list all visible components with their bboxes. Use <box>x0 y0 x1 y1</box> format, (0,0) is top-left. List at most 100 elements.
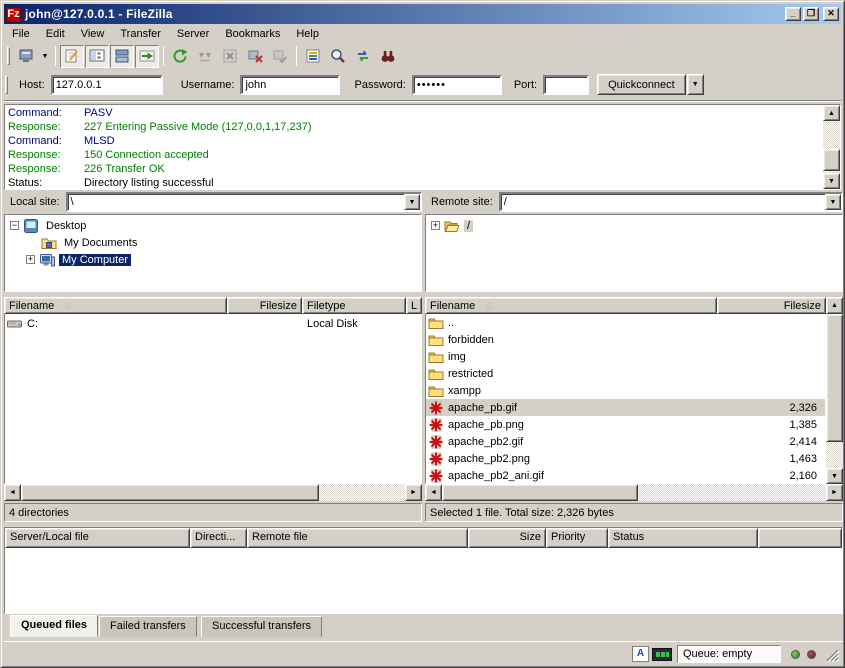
scroll-left-icon[interactable]: ◄ <box>4 484 21 501</box>
local-file-row[interactable]: C: Local Disk <box>5 315 421 332</box>
scroll-up-icon[interactable]: ▲ <box>823 105 840 121</box>
menu-view[interactable]: View <box>73 26 113 42</box>
remote-file-row[interactable]: apache_pb2.png 1,463 <box>426 450 825 467</box>
transfer-queue[interactable]: Server/Local file Directi... Remote file… <box>4 527 843 614</box>
remote-file-row[interactable]: img <box>426 348 825 365</box>
quickconnect-dropdown[interactable]: ▼ <box>687 74 704 95</box>
toggle-remote-tree-button[interactable] <box>110 45 134 68</box>
site-manager-button[interactable] <box>14 45 38 68</box>
remote-site-combo[interactable]: / ▼ <box>499 192 843 212</box>
remote-file-row[interactable]: xampp <box>426 382 825 399</box>
remote-file-list[interactable]: .. forbidden img restricted xampp apache… <box>425 314 826 484</box>
password-input[interactable] <box>412 75 502 95</box>
remote-file-row[interactable]: apache_pb2.gif 2,414 <box>426 433 825 450</box>
log-line: Response:226 Transfer OK <box>8 162 822 176</box>
remote-file-row[interactable]: forbidden <box>426 331 825 348</box>
disconnect-button[interactable] <box>243 45 267 68</box>
scroll-down-icon[interactable]: ▼ <box>826 468 843 484</box>
toggle-transfer-queue-button[interactable] <box>135 45 159 68</box>
log-scrollbar[interactable]: ▲ ▼ <box>823 105 840 189</box>
scroll-down-icon[interactable]: ▼ <box>823 173 840 189</box>
maximize-button[interactable]: ❒ <box>803 7 819 21</box>
menu-bookmarks[interactable]: Bookmarks <box>217 26 288 42</box>
remote-tree[interactable]: + / <box>425 214 843 292</box>
expand-icon[interactable]: + <box>431 221 440 230</box>
scroll-left-icon[interactable]: ◄ <box>425 484 442 501</box>
remote-col-filesize[interactable]: Filesize <box>717 297 826 314</box>
directory-comparison-button[interactable] <box>326 45 350 68</box>
menu-server[interactable]: Server <box>169 26 217 42</box>
resize-grip[interactable] <box>824 647 839 662</box>
remote-file-row[interactable]: apache_pb2_ani.gif 2,160 <box>426 467 825 484</box>
menu-transfer[interactable]: Transfer <box>112 26 169 42</box>
quickconnect-button[interactable]: Quickconnect <box>597 74 686 95</box>
local-hscrollbar[interactable]: ◄ ► <box>4 484 422 501</box>
queue-col-local-file[interactable]: Server/Local file <box>5 528 190 548</box>
tab-queued-files[interactable]: Queued files <box>10 615 98 637</box>
menu-file[interactable]: File <box>4 26 38 42</box>
menu-help[interactable]: Help <box>288 26 327 42</box>
synchronized-browsing-button[interactable] <box>351 45 375 68</box>
refresh-button[interactable] <box>168 45 192 68</box>
remote-col-filename[interactable]: Filename△ <box>425 297 717 314</box>
message-log[interactable]: Command:PASV Response:227 Entering Passi… <box>4 104 841 190</box>
local-col-filesize[interactable]: Filesize <box>227 297 302 314</box>
remote-file-row[interactable]: restricted <box>426 365 825 382</box>
local-hscroll-thumb[interactable] <box>21 484 319 501</box>
local-tree[interactable]: − Desktop My Documents + My Computer <box>4 214 422 292</box>
username-input[interactable] <box>240 75 340 95</box>
remote-hscroll-thumb[interactable] <box>442 484 638 501</box>
local-col-filename[interactable]: Filename△ <box>4 297 227 314</box>
queue-col-status[interactable]: Status <box>608 528 758 548</box>
tree-item-root[interactable]: + / <box>431 217 473 234</box>
tree-item-desktop[interactable]: − Desktop <box>10 217 89 234</box>
remote-file-row-selected[interactable]: apache_pb.gif 2,326 <box>426 399 825 416</box>
toggle-local-tree-button[interactable] <box>85 45 109 68</box>
local-site-combo[interactable]: \ ▼ <box>66 192 422 212</box>
port-input[interactable] <box>543 75 589 95</box>
combo-dropdown-icon[interactable]: ▼ <box>825 194 841 210</box>
log-scroll-thumb[interactable] <box>823 149 840 171</box>
socket-status-icon[interactable] <box>652 648 672 661</box>
reconnect-button[interactable] <box>268 45 292 68</box>
toggle-message-log-button[interactable] <box>60 45 84 68</box>
process-queue-button[interactable] <box>193 45 217 68</box>
binoculars-icon <box>380 48 396 64</box>
scroll-right-icon[interactable]: ► <box>826 484 843 501</box>
queue-col-priority[interactable]: Priority <box>546 528 608 548</box>
cancel-operation-button[interactable] <box>218 45 242 68</box>
site-manager-dropdown[interactable]: ▼ <box>39 45 51 68</box>
remote-file-row[interactable]: .. <box>426 314 825 331</box>
close-button[interactable]: ✕ <box>823 7 839 21</box>
tree-item-my-documents[interactable]: My Documents <box>41 234 140 251</box>
scroll-up-icon[interactable]: ▲ <box>826 297 843 314</box>
tree-item-my-computer[interactable]: + My Computer <box>26 251 131 268</box>
local-col-last-modified[interactable]: L <box>406 297 422 314</box>
quickconnect-grip[interactable] <box>5 76 8 94</box>
collapse-icon[interactable]: − <box>10 221 19 230</box>
ascii-transfer-type-icon[interactable]: A <box>632 646 649 662</box>
toolbar-grip[interactable] <box>7 47 10 65</box>
menu-edit[interactable]: Edit <box>38 26 73 42</box>
tab-successful-transfers[interactable]: Successful transfers <box>201 616 322 637</box>
remote-list-header: Filename△ Filesize ▲ <box>425 297 843 314</box>
remote-vscrollbar[interactable]: ▼ <box>826 314 843 484</box>
tab-failed-transfers[interactable]: Failed transfers <box>99 616 197 637</box>
find-files-button[interactable] <box>376 45 400 68</box>
my-documents-icon <box>41 235 57 251</box>
remote-file-row[interactable]: apache_pb.png 1,385 <box>426 416 825 433</box>
minimize-button[interactable]: _ <box>785 7 801 21</box>
queue-col-direction[interactable]: Directi... <box>190 528 247 548</box>
directory-listing-filters-button[interactable] <box>301 45 325 68</box>
title-bar[interactable]: Fz john@127.0.0.1 - FileZilla _ ❒ ✕ <box>4 4 841 24</box>
combo-dropdown-icon[interactable]: ▼ <box>404 194 420 210</box>
local-col-filetype[interactable]: Filetype <box>302 297 406 314</box>
queue-col-size[interactable]: Size <box>468 528 546 548</box>
remote-hscrollbar[interactable]: ◄ ► <box>425 484 843 501</box>
local-file-list[interactable]: C: Local Disk <box>4 314 422 484</box>
scroll-right-icon[interactable]: ► <box>405 484 422 501</box>
host-input[interactable] <box>51 75 163 95</box>
remote-vscroll-thumb[interactable] <box>826 314 843 442</box>
expand-icon[interactable]: + <box>26 255 35 264</box>
queue-col-remote-file[interactable]: Remote file <box>247 528 468 548</box>
